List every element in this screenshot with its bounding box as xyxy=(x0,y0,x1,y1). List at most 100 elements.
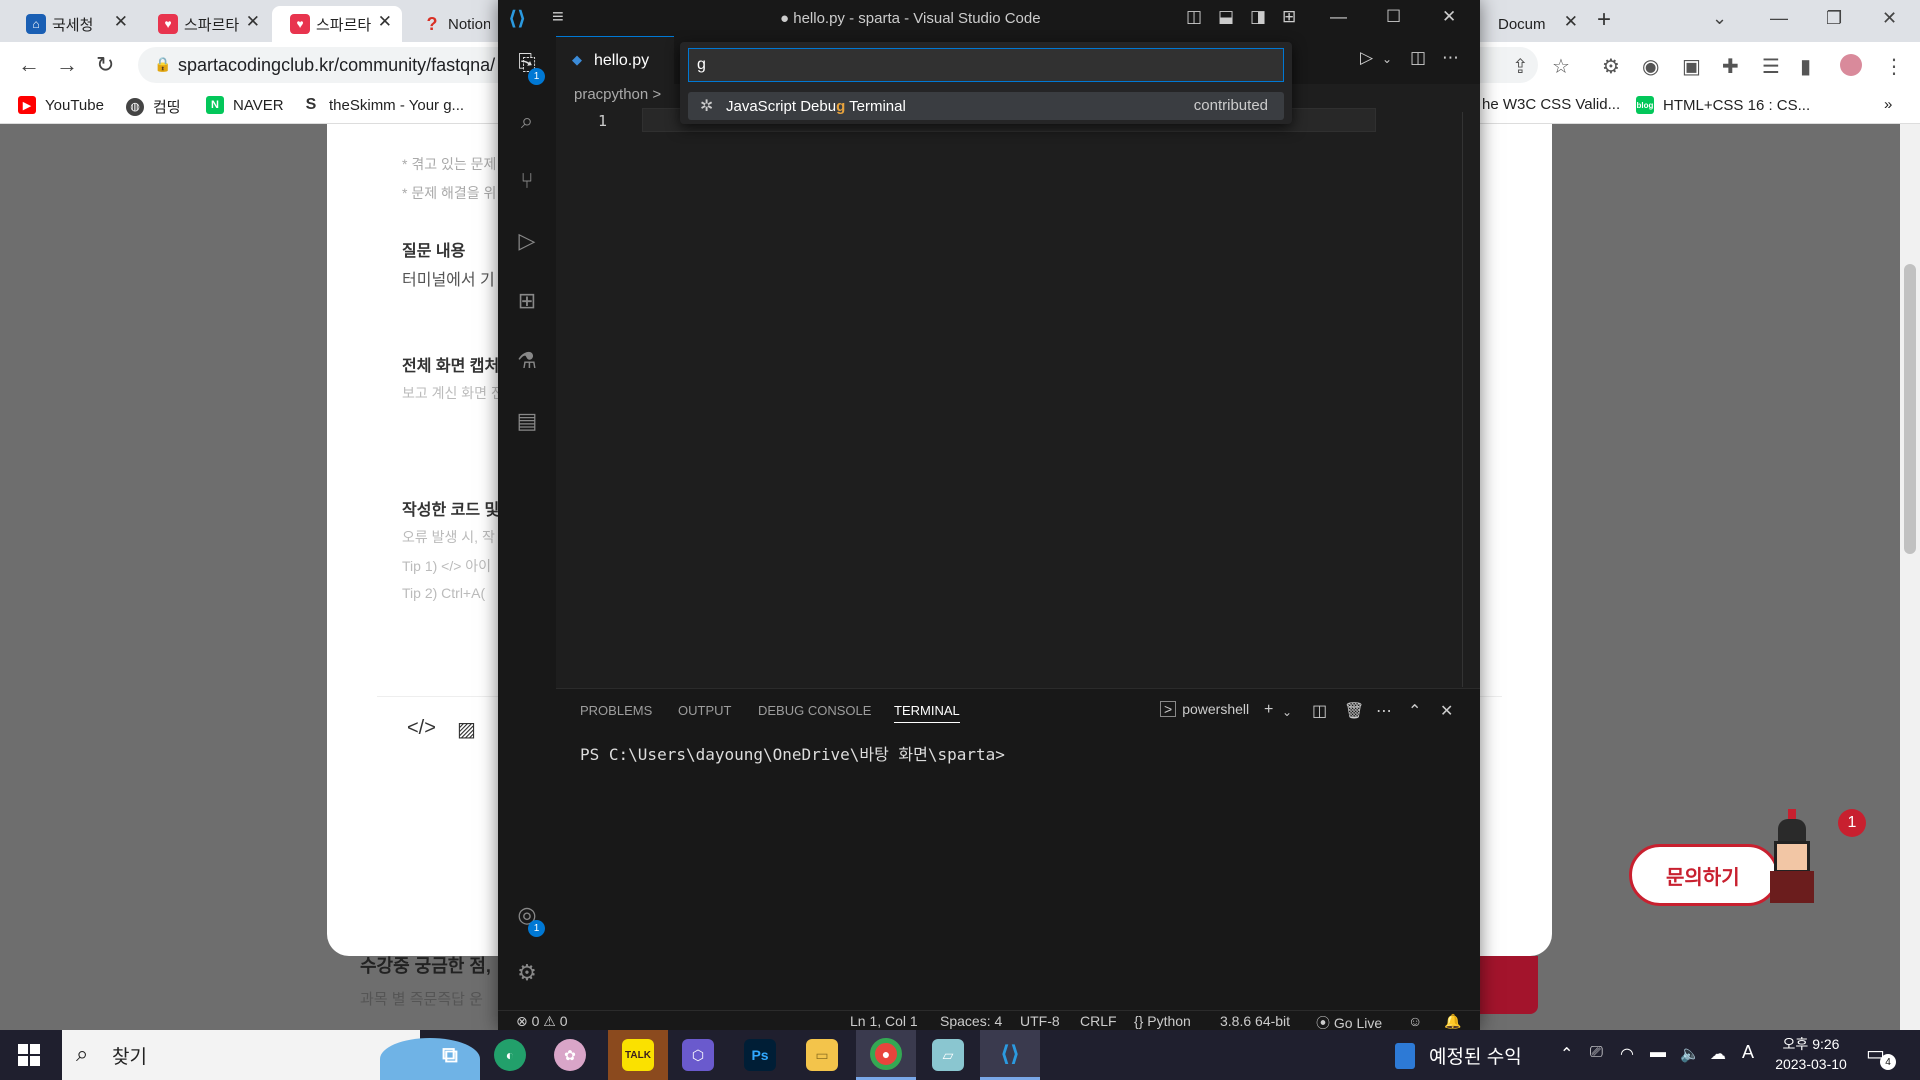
close-panel-icon[interactable]: ✕ xyxy=(1440,701,1453,721)
chrome-icon[interactable]: ● xyxy=(856,1030,916,1080)
close-icon[interactable]: ✕ xyxy=(1564,12,1578,32)
tray-chevron-up-icon[interactable]: ⌃ xyxy=(1560,1044,1573,1064)
app-paint-icon[interactable]: ✿ xyxy=(540,1030,600,1080)
feedback-icon[interactable]: ☺ xyxy=(1408,1013,1422,1029)
reading-list-icon[interactable]: ☰ xyxy=(1762,54,1780,79)
taskbar-news-widget[interactable]: 예정된 수익 xyxy=(1395,1042,1522,1069)
toggle-panel-icon[interactable]: ⬓ xyxy=(1218,7,1234,27)
split-editor-icon[interactable]: ◫ xyxy=(1410,48,1426,68)
image-icon[interactable]: ▨ xyxy=(457,717,476,742)
bookmark-theskimm[interactable]: S theSkimm - Your g... xyxy=(302,96,464,114)
browser-tab-docum[interactable]: Docum ✕ xyxy=(1470,6,1588,42)
close-icon[interactable]: ✕ xyxy=(246,12,260,32)
bookmark-w3c[interactable]: he W3C CSS Valid... xyxy=(1482,96,1620,113)
taskbar-search[interactable]: ⌕ 찾기 xyxy=(62,1030,480,1080)
profile-avatar[interactable] xyxy=(1840,54,1862,76)
side-panel-icon[interactable]: ▮ xyxy=(1800,54,1811,79)
extensions-icon[interactable]: ⊞ xyxy=(512,288,542,318)
menu-dots-icon[interactable]: ⋮ xyxy=(1884,54,1904,79)
new-terminal-icon[interactable]: + xyxy=(1264,701,1273,719)
minimize-icon[interactable]: — xyxy=(1770,8,1788,29)
tab-output[interactable]: OUTPUT xyxy=(678,703,731,718)
run-icon[interactable]: ▷ xyxy=(1360,48,1373,68)
command-palette-input[interactable] xyxy=(688,48,1284,82)
star-icon[interactable]: ☆ xyxy=(1552,54,1570,79)
python-interpreter[interactable]: 3.8.6 64-bit xyxy=(1220,1013,1290,1029)
chevron-down-icon[interactable]: ⌄ xyxy=(1282,705,1292,719)
bookmark-htmlcss[interactable]: blog HTML+CSS 16 : CS... xyxy=(1636,96,1810,114)
ime-indicator[interactable]: A xyxy=(1742,1042,1754,1063)
search-icon[interactable]: ⌕ xyxy=(512,108,542,138)
restore-icon[interactable]: ❐ xyxy=(1826,8,1842,29)
close-window-icon[interactable]: ✕ xyxy=(1882,8,1897,29)
maximize-icon[interactable]: ☐ xyxy=(1386,7,1401,27)
tab-problems[interactable]: PROBLEMS xyxy=(580,703,652,718)
more-actions-icon[interactable]: ⋯ xyxy=(1376,701,1392,721)
tab-search-icon[interactable]: ⌄ xyxy=(1712,8,1727,29)
browser-tab-notion[interactable]: ? Notion xyxy=(404,6,500,42)
cursor-position[interactable]: Ln 1, Col 1 xyxy=(850,1013,918,1029)
maximize-panel-icon[interactable]: ⌃ xyxy=(1408,701,1421,721)
file-explorer-icon[interactable]: ▭ xyxy=(792,1030,852,1080)
breadcrumb[interactable]: pracpython > xyxy=(574,86,661,103)
reload-icon[interactable]: ↻ xyxy=(96,52,114,78)
language-mode[interactable]: {} Python xyxy=(1134,1013,1191,1029)
toggle-secondary-sidebar-icon[interactable]: ◨ xyxy=(1250,7,1266,27)
onedrive-icon[interactable]: ☁ xyxy=(1710,1044,1726,1064)
browser-tab-sparta-1[interactable]: ♥ 스파르타 ✕ xyxy=(140,6,270,42)
close-icon[interactable]: ✕ xyxy=(114,12,128,32)
terminal-shell-selector[interactable]: > powershell xyxy=(1160,701,1249,717)
terminal-prompt[interactable]: PS C:\Users\dayoung\OneDrive\바탕 화면\spart… xyxy=(580,741,1005,765)
tab-terminal[interactable]: TERMINAL xyxy=(894,703,960,723)
battery-icon[interactable]: ▬ xyxy=(1650,1044,1666,1062)
split-terminal-icon[interactable]: ◫ xyxy=(1312,701,1327,721)
photoshop-icon[interactable]: Ps xyxy=(730,1030,790,1080)
inquiry-button[interactable]: 문의하기 xyxy=(1629,844,1779,906)
kakaotalk-icon[interactable]: TALK xyxy=(608,1030,668,1080)
browser-tab-sparta-2[interactable]: ♥ 스파르타 ✕ xyxy=(272,6,402,42)
encoding[interactable]: UTF-8 xyxy=(1020,1013,1060,1029)
back-icon[interactable]: ← xyxy=(18,52,40,78)
tab-debug-console[interactable]: DEBUG CONSOLE xyxy=(758,703,871,718)
trash-icon[interactable]: 🗑 xyxy=(1344,701,1364,721)
scrollbar-thumb[interactable] xyxy=(1904,264,1916,554)
spartan-mascot-icon[interactable] xyxy=(1766,809,1824,905)
question-text[interactable]: 터미널에서 기 xyxy=(402,266,495,290)
line-ending[interactable]: CRLF xyxy=(1080,1013,1117,1029)
source-control-icon[interactable]: ⑂ xyxy=(512,168,542,198)
palette-result-item[interactable]: ✲ JavaScript Debug Terminal contributed xyxy=(688,92,1284,120)
camera-icon[interactable]: ◉ xyxy=(1642,54,1659,79)
extension-gear-icon[interactable]: ⚙ xyxy=(1602,54,1620,79)
customize-layout-icon[interactable]: ⊞ xyxy=(1282,7,1296,27)
volume-icon[interactable]: 🔈 xyxy=(1680,1044,1700,1064)
bookmark-naver[interactable]: N NAVER xyxy=(206,96,284,114)
tab-hello-py[interactable]: ◆ hello.py xyxy=(556,36,674,84)
browser-tab-hometax[interactable]: ⌂ 국세청 ✕ xyxy=(8,6,138,42)
editor-scrollbar[interactable] xyxy=(1462,112,1463,687)
app-hexagon-icon[interactable]: ⬡ xyxy=(668,1030,728,1080)
close-window-icon[interactable]: ✕ xyxy=(1442,7,1456,27)
chevron-down-icon[interactable]: ⌄ xyxy=(1382,52,1392,66)
image-extension-icon[interactable]: ▣ xyxy=(1682,54,1701,79)
notebook-icon[interactable]: ▤ xyxy=(512,408,542,438)
bookmark-youtube[interactable]: ▶ YouTube xyxy=(18,96,104,114)
vscode-taskbar-icon[interactable]: ⟨⟩ xyxy=(980,1030,1040,1080)
run-debug-icon[interactable]: ▷ xyxy=(512,228,542,258)
task-view-icon[interactable]: ⧉ xyxy=(420,1030,480,1080)
toggle-sidebar-icon[interactable]: ◫ xyxy=(1186,7,1202,27)
hamburger-menu-icon[interactable]: ≡ xyxy=(552,6,564,29)
puzzle-icon[interactable]: ✚ xyxy=(1722,54,1739,79)
problems-count[interactable]: ⊗ 0 ⚠ 0 xyxy=(516,1013,568,1030)
more-actions-icon[interactable]: ⋯ xyxy=(1442,48,1459,68)
app-notepad-icon[interactable]: ▱ xyxy=(918,1030,978,1080)
share-icon[interactable]: ⇪ xyxy=(1512,54,1529,79)
windows-start-icon[interactable] xyxy=(18,1044,40,1066)
app-swirl-icon[interactable]: ◐ xyxy=(480,1030,540,1080)
page-scrollbar[interactable] xyxy=(1900,124,1920,1030)
more-bookmarks-icon[interactable]: » xyxy=(1884,96,1892,113)
close-icon[interactable]: ✕ xyxy=(378,12,392,32)
bell-icon[interactable]: 🔔 xyxy=(1444,1013,1461,1030)
settings-gear-icon[interactable]: ⚙ xyxy=(512,960,542,990)
taskbar-clock[interactable]: 오후 9:26 2023-03-10 xyxy=(1766,1034,1856,1074)
indentation[interactable]: Spaces: 4 xyxy=(940,1013,1002,1029)
